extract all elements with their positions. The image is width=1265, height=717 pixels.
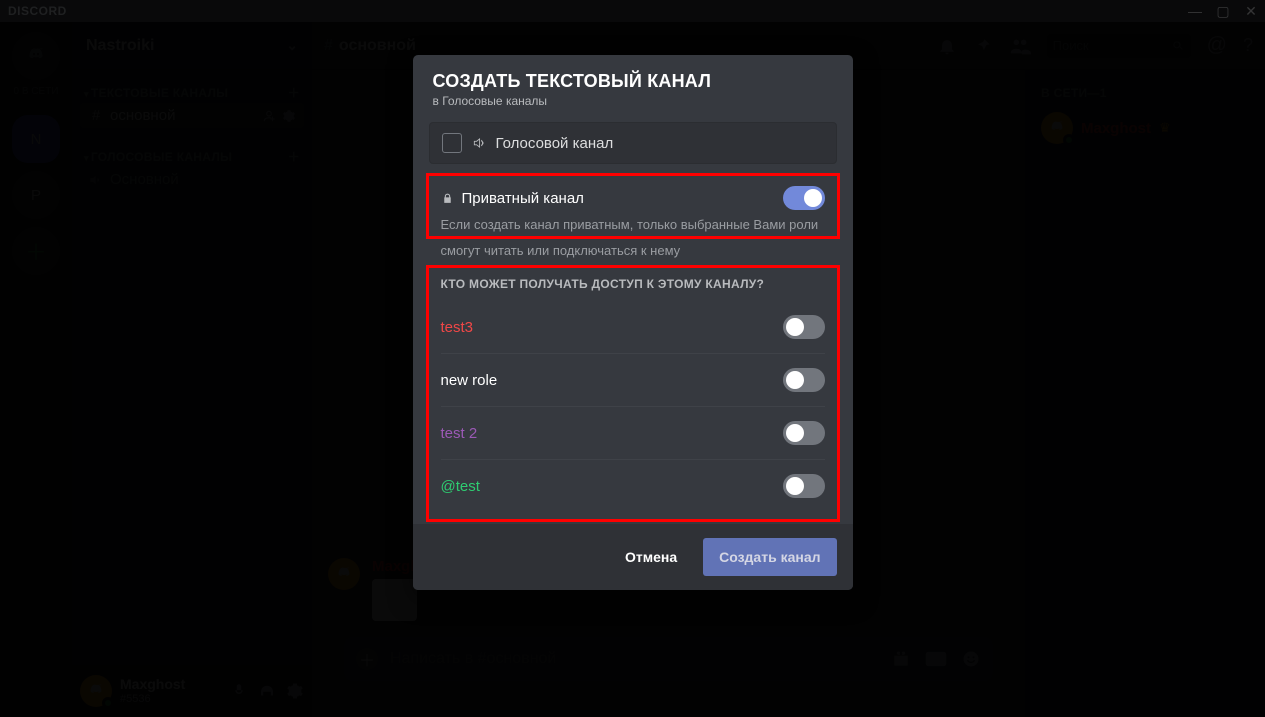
role-name: test 2: [441, 425, 478, 442]
role-row: @test: [441, 460, 825, 512]
modal-footer: Отмена Создать канал: [413, 524, 853, 590]
access-block: КТО МОЖЕТ ПОЛУЧАТЬ ДОСТУП К ЭТОМУ КАНАЛУ…: [429, 267, 837, 520]
role-name: test3: [441, 319, 474, 336]
private-toggle[interactable]: [783, 186, 825, 210]
checkbox[interactable]: [442, 133, 462, 153]
create-channel-modal: СОЗДАТЬ ТЕКСТОВЫЙ КАНАЛ в Голосовые кана…: [413, 55, 853, 590]
window-close-button[interactable]: ✕: [1237, 0, 1265, 22]
role-name: new role: [441, 372, 498, 389]
role-row: new role: [441, 354, 825, 407]
voice-type-label: Голосовой канал: [496, 135, 614, 152]
private-desc-line1: Если создать канал приватным, только выб…: [441, 216, 825, 234]
role-access-toggle[interactable]: [783, 421, 825, 445]
access-question: КТО МОЖЕТ ПОЛУЧАТЬ ДОСТУП К ЭТОМУ КАНАЛУ…: [441, 277, 825, 291]
role-row: test 2: [441, 407, 825, 460]
role-row: test3: [441, 301, 825, 354]
role-access-toggle[interactable]: [783, 368, 825, 392]
window-titlebar: DISCORD — ▢ ✕: [0, 0, 1265, 22]
create-channel-button[interactable]: Создать канал: [703, 538, 836, 576]
channel-type-voice-option[interactable]: Голосовой канал: [429, 122, 837, 164]
private-desc-line2: смогут читать или подключаться к нему: [429, 242, 837, 268]
cancel-button[interactable]: Отмена: [609, 538, 693, 576]
speaker-icon: [472, 136, 486, 150]
private-channel-row: Приватный канал Если создать канал прива…: [429, 176, 837, 236]
brand-wordmark: DISCORD: [8, 4, 67, 18]
modal-body: Голосовой канал Приватный канал Если соз…: [413, 114, 853, 524]
lock-icon: [441, 192, 454, 205]
window-buttons: — ▢ ✕: [1181, 0, 1265, 22]
role-access-toggle[interactable]: [783, 315, 825, 339]
role-access-toggle[interactable]: [783, 474, 825, 498]
modal-header: СОЗДАТЬ ТЕКСТОВЫЙ КАНАЛ в Голосовые кана…: [413, 55, 853, 114]
modal-subtitle: в Голосовые каналы: [433, 94, 833, 108]
window-maximize-button[interactable]: ▢: [1209, 0, 1237, 22]
window-minimize-button[interactable]: —: [1181, 0, 1209, 22]
role-name: @test: [441, 478, 480, 495]
modal-title: СОЗДАТЬ ТЕКСТОВЫЙ КАНАЛ: [433, 71, 833, 92]
private-label: Приватный канал: [462, 190, 584, 207]
